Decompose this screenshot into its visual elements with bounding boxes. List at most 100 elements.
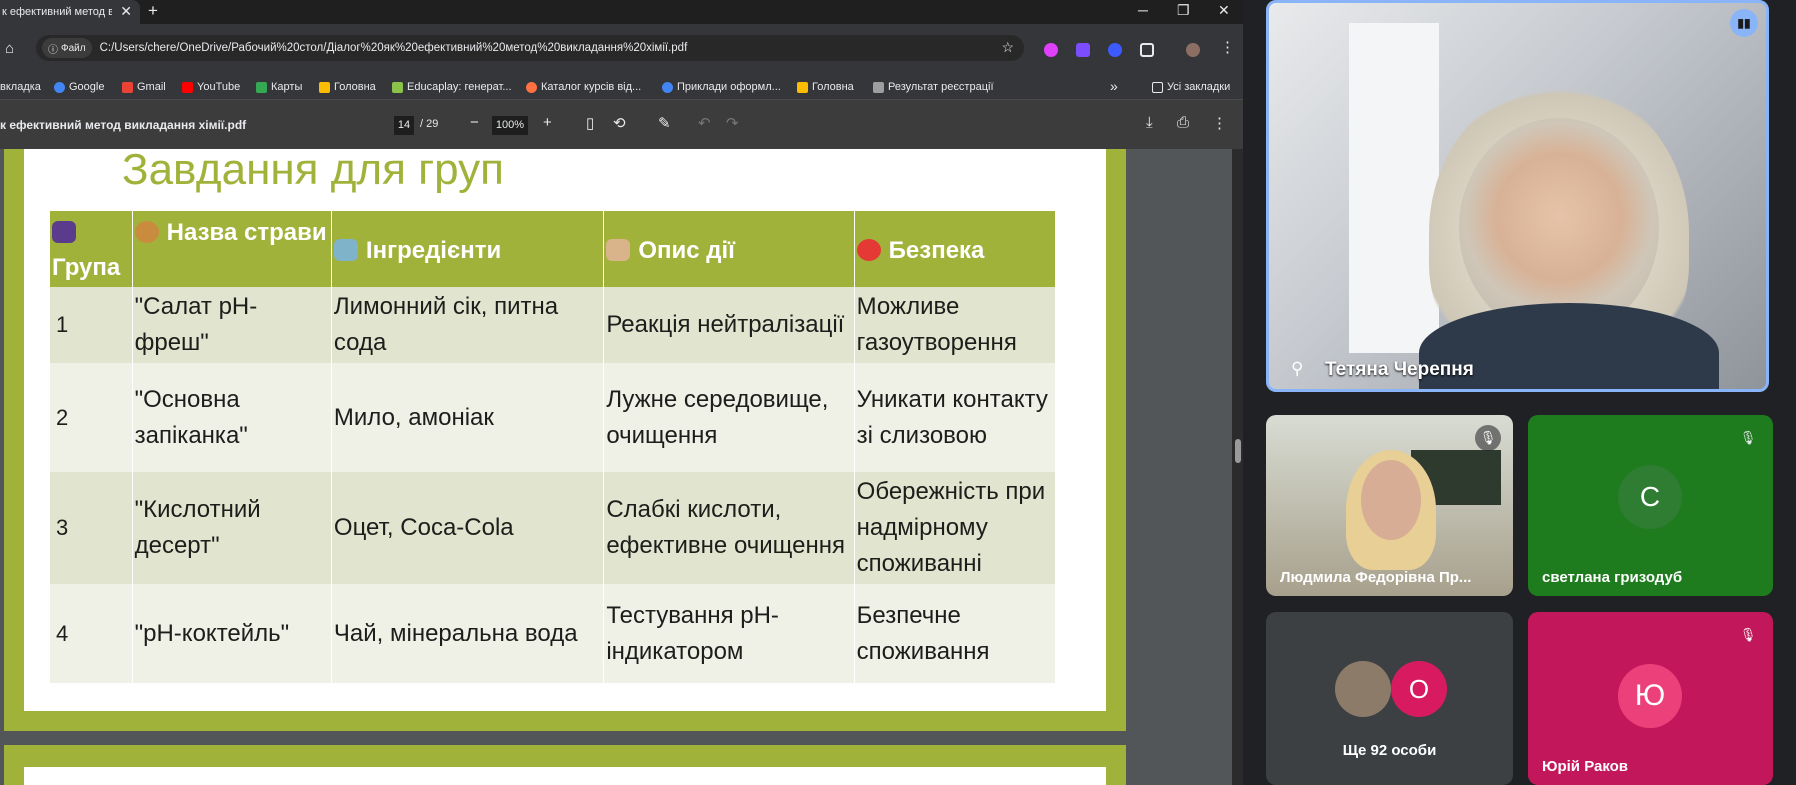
bookmark-item[interactable]: Каталог курсів від...	[526, 81, 641, 93]
speaking-indicator-icon: ▮▮	[1730, 9, 1758, 37]
table-cell: Тестування pH-індикатором	[603, 584, 855, 683]
url-text[interactable]: C:/Users/chere/OneDrive/Рабочий%20стол/Д…	[100, 42, 688, 54]
fit-page-icon[interactable]: ▯	[586, 114, 594, 132]
pin-icon[interactable]: ⚲	[1291, 359, 1303, 379]
presenter-name: Тетяна Черепня	[1325, 359, 1474, 380]
header-cell: Назва страви	[132, 211, 332, 287]
bookmark-item[interactable]: YouTube	[182, 81, 240, 93]
more-participants-tile[interactable]: О Ще 92 особи	[1266, 612, 1513, 785]
download-icon[interactable]: ⤓	[1146, 114, 1153, 131]
table-row: 4 "pH-коктейль" Чай, мінеральна вода Тес…	[50, 584, 1057, 683]
bookmark-star-icon[interactable]: ☆	[1001, 39, 1014, 56]
table-cell: Лужне середовище, очищення	[603, 363, 855, 472]
more-bookmarks-button[interactable]: »	[1110, 78, 1118, 94]
address-bar[interactable]: ⓘ Файл C:/Users/chere/OneDrive/Рабочий%20…	[36, 35, 1024, 61]
new-tab-button[interactable]: +	[148, 1, 158, 21]
scrollbar-thumb[interactable]	[1235, 439, 1241, 463]
participant-tile[interactable]: 🎙 Людмила Федорівна Пр...	[1266, 415, 1513, 596]
bookmark-item[interactable]: Gmail	[122, 81, 166, 93]
participant-avatar: С	[1618, 465, 1682, 529]
annotate-icon[interactable]: ✎	[658, 114, 671, 132]
table-cell: "Салат pH-фреш"	[132, 287, 332, 363]
table-header-row: Група Назва страви Інгредієнти Опис дії …	[50, 211, 1057, 287]
table-cell: 3	[50, 472, 133, 584]
bookmark-item[interactable]: Карты	[256, 81, 302, 93]
gmail-icon	[122, 81, 133, 93]
table-cell: "Основна запіканка"	[132, 363, 332, 472]
table-cell: Обережність при надмірному споживанні	[854, 472, 1057, 584]
next-slide-content	[24, 767, 1106, 785]
bookmark-label: Карты	[271, 81, 303, 93]
participant-name: Людмила Федорівна Пр...	[1280, 569, 1472, 586]
header-cell: Інгредієнти	[331, 211, 605, 287]
people-icon	[52, 221, 76, 243]
bookmark-item[interactable]: Google	[54, 81, 104, 93]
header-cell: Група	[50, 211, 133, 287]
test-tube-icon	[333, 238, 358, 261]
slide-content: Завдання для груп Група Назва страви Інг…	[24, 149, 1106, 711]
zoom-in-button[interactable]: +	[543, 114, 552, 131]
close-window-button[interactable]: ✕	[1218, 2, 1230, 19]
bookmark-item[interactable]: Приклади оформл...	[662, 81, 781, 93]
table-cell: Оцет, Coca-Cola	[331, 472, 605, 584]
participant-tile[interactable]: С 🎙 светлана гризодуб	[1528, 415, 1773, 596]
participant-avatar: Ю	[1618, 664, 1682, 728]
background-window	[1349, 23, 1439, 353]
bookmark-item[interactable]: Educaplay: генерат...	[392, 81, 512, 93]
table-cell: Слабкі кислоти, ефективне очищення	[603, 472, 855, 584]
table-cell: Чай, мінеральна вода	[331, 584, 605, 683]
bookmark-item[interactable]: Головна	[319, 81, 376, 93]
bookmark-item[interactable]: вкладка	[0, 81, 41, 93]
pen-extension-icon[interactable]	[1076, 43, 1090, 57]
more-options-icon[interactable]: ⋮	[1212, 114, 1227, 132]
pdf-page: Завдання для груп Група Назва страви Інг…	[4, 149, 1126, 731]
bookmark-label: вкладка	[0, 81, 41, 93]
participant-avatar: О	[1391, 661, 1447, 717]
home-icon[interactable]: ⌂	[5, 40, 14, 57]
zoom-out-button[interactable]: −	[470, 114, 479, 131]
maximize-button[interactable]: ❐	[1177, 2, 1190, 19]
kebab-menu-icon[interactable]: ⋮	[1220, 38, 1235, 56]
zoom-input[interactable]: 100%	[492, 116, 528, 135]
pdf-viewer[interactable]: Завдання для груп Група Назва страви Інг…	[0, 149, 1232, 785]
profile-avatar[interactable]	[1186, 43, 1200, 57]
bookmark-label: Результат реєстрації	[888, 81, 994, 93]
pdf-title: к ефективний метод викладання хімії.pdf	[0, 118, 247, 132]
browser-tab[interactable]: к ефективний метод в ✕	[0, 0, 140, 24]
undo-icon[interactable]: ↶	[698, 114, 711, 132]
maps-icon	[256, 81, 267, 93]
header-label: Група	[52, 254, 121, 281]
tab-title: к ефективний метод в	[2, 6, 112, 18]
folder-icon	[1152, 81, 1163, 93]
rotate-icon[interactable]: ⟲	[613, 114, 626, 132]
bookmark-item[interactable]: Результат реєстрації	[873, 81, 994, 93]
participant-name: светлана гризодуб	[1542, 569, 1683, 586]
groups-table: Група Назва страви Інгредієнти Опис дії …	[50, 211, 1057, 683]
header-label: Безпека	[888, 236, 985, 264]
puzzle-icon[interactable]	[1140, 43, 1154, 57]
participant-tile[interactable]: Ю 🎙 Юрій Раков	[1528, 612, 1773, 785]
browser-window: к ефективний метод в ✕ + ─ ❐ ✕ ⌂ ⓘ Файл C…	[0, 0, 1243, 785]
bookmark-label: YouTube	[197, 81, 241, 93]
pdf-scrollbar[interactable]	[1232, 149, 1243, 785]
redo-icon[interactable]: ↷	[726, 114, 739, 132]
mic-off-icon: 🎙	[1739, 627, 1757, 642]
table-cell: Лимонний сік, питна сода	[331, 287, 605, 363]
bookmark-item[interactable]: Головна	[797, 81, 854, 93]
meeting-panel: ▮▮ ⚲ Тетяна Черепня 🎙 Людмила Федорівна …	[1243, 0, 1796, 785]
header-cell: Опис дії	[603, 211, 855, 287]
all-bookmarks-button[interactable]: Усі закладки	[1152, 81, 1230, 93]
info-icon: ⓘ	[48, 44, 58, 56]
site-info-chip[interactable]: ⓘ Файл	[42, 38, 92, 58]
circle-extension-icon[interactable]	[1108, 43, 1122, 57]
bookmark-site-icon	[797, 81, 808, 93]
close-tab-icon[interactable]: ✕	[120, 3, 132, 20]
presenter-video-tile[interactable]: ▮▮ ⚲ Тетяна Черепня	[1266, 0, 1769, 392]
participant-face	[1361, 460, 1421, 540]
print-icon[interactable]: ⎙	[1177, 114, 1189, 131]
next-pdf-page	[4, 745, 1126, 785]
extension-icon[interactable]	[1044, 43, 1058, 57]
page-number-input[interactable]: 14	[394, 116, 414, 135]
table-cell: Можливе газоутворення	[854, 287, 1057, 363]
minimize-button[interactable]: ─	[1138, 2, 1148, 18]
